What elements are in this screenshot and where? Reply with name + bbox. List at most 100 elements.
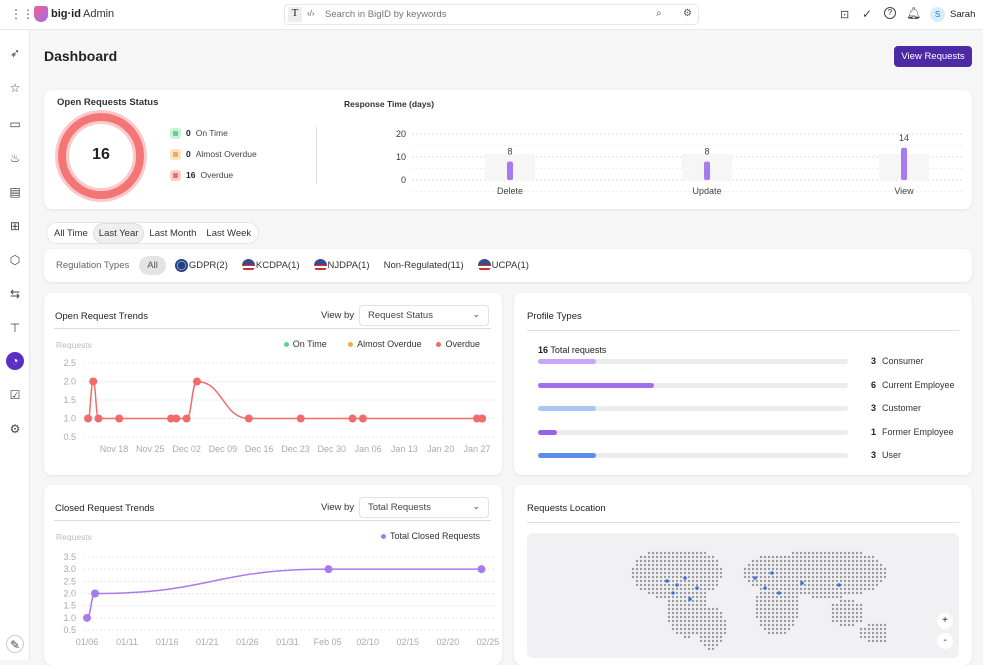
map-land-dot <box>791 607 795 611</box>
search-input[interactable] <box>325 7 645 22</box>
map-land-dot <box>767 603 771 607</box>
data-point <box>477 565 486 574</box>
map-land-dot <box>883 635 887 639</box>
hierarchy-icon[interactable]: ⊤ <box>6 319 24 337</box>
code-icon[interactable]: ‹/› <box>307 9 315 18</box>
apps-grid-icon[interactable]: ⋮⋮ <box>10 7 34 21</box>
map-land-dot <box>783 603 787 607</box>
data-point <box>91 589 100 598</box>
profile-bar-track <box>538 382 848 388</box>
map-land-dot <box>883 567 887 571</box>
map-land-dot <box>791 595 795 599</box>
profile-label: Consumer <box>882 356 924 366</box>
map-land-dot <box>695 595 699 599</box>
map-land-dot <box>671 619 675 623</box>
privacy-icon[interactable]: ◔ <box>6 352 24 370</box>
map-land-dot <box>651 591 655 595</box>
filter-icon[interactable]: ⚙ <box>683 8 692 19</box>
map-land-dot <box>707 607 711 611</box>
view-requests-button[interactable]: View Requests <box>894 46 972 67</box>
map-land-dot <box>863 575 867 579</box>
checkbox-icon[interactable]: ☑ <box>6 386 24 404</box>
regulation-filter[interactable]: UCPA(1) <box>473 255 534 276</box>
map-land-dot <box>851 579 855 583</box>
image-icon[interactable]: ▭ <box>6 115 24 133</box>
zoom-out-button[interactable]: - <box>937 633 953 649</box>
map-land-dot <box>823 567 827 571</box>
map-land-dot <box>855 583 859 587</box>
map-land-dot <box>815 591 819 595</box>
map-land-dot <box>851 619 855 623</box>
map-land-dot <box>759 595 763 599</box>
time-filter-last-year[interactable]: Last Year <box>92 222 145 244</box>
map-land-dot <box>763 603 767 607</box>
x-category-label: Delete <box>497 186 523 196</box>
world-map[interactable]: + - <box>527 533 959 658</box>
star-icon[interactable]: ☆ <box>6 79 24 97</box>
regulation-filter[interactable]: NJDPA(1) <box>309 255 375 276</box>
open-trends-chart: 2.5 2.0 1.5 1.0 0.5 Nov 18 Nov 25 Dec 02 Dec 09 D… <box>63 358 494 454</box>
map-land-dot <box>655 567 659 571</box>
fire-icon[interactable]: ♨ <box>6 149 24 167</box>
robot-icon[interactable]: ⊡ <box>840 8 849 21</box>
map-land-dot <box>847 587 851 591</box>
time-filter-last-week[interactable]: Last Week <box>201 224 256 243</box>
map-land-dot <box>859 559 863 563</box>
profile-count: 3 <box>871 403 877 413</box>
map-land-dot <box>783 587 787 591</box>
map-land-dot <box>803 587 807 591</box>
map-land-dot <box>779 559 783 563</box>
map-land-dot <box>835 591 839 595</box>
map-land-dot <box>715 643 719 647</box>
user-name[interactable]: Sarah <box>950 9 975 20</box>
search-icon[interactable]: ⌕ <box>656 8 662 19</box>
settings-icon[interactable]: ⚙ <box>6 420 24 438</box>
regulation-filter[interactable]: KCDPA(1) <box>237 255 305 276</box>
requests-location-card: Requests Location + - <box>514 485 972 665</box>
bell-icon[interactable]: 🔔︎ <box>906 6 921 20</box>
map-land-dot <box>659 567 663 571</box>
rocket-icon[interactable]: ➶ <box>6 44 24 62</box>
help-icon[interactable]: ? <box>884 7 896 19</box>
avatar[interactable]: S <box>930 7 945 22</box>
map-land-dot <box>863 567 867 571</box>
map-land-dot <box>639 583 643 587</box>
map-land-dot <box>855 619 859 623</box>
time-filter-last-month[interactable]: Last Month <box>144 224 201 243</box>
time-filter-all-time[interactable]: All Time <box>49 224 93 243</box>
map-land-dot <box>775 555 779 559</box>
text-search-icon[interactable]: T <box>288 7 302 22</box>
map-land-dot <box>671 583 675 587</box>
map-land-dot <box>675 587 679 591</box>
map-land-dot <box>643 567 647 571</box>
map-land-dot <box>751 567 755 571</box>
open-trends-view-select[interactable]: Request Status ⌄ <box>359 305 489 326</box>
transfer-icon[interactable]: ⇆ <box>6 285 24 303</box>
edit-icon[interactable]: ✎ <box>6 635 24 653</box>
closed-trends-view-select[interactable]: Total Requests ⌄ <box>359 497 489 518</box>
map-land-dot <box>687 603 691 607</box>
map-land-dot <box>835 607 839 611</box>
map-land-dot <box>639 555 643 559</box>
map-land-dot <box>635 567 639 571</box>
document-search-icon[interactable]: ▤ <box>6 183 24 201</box>
map-land-dot <box>711 643 715 647</box>
cube-icon[interactable]: ⬡ <box>6 251 24 269</box>
map-land-dot <box>835 579 839 583</box>
map-land-dot <box>707 579 711 583</box>
catalog-icon[interactable]: ⊞ <box>6 217 24 235</box>
regulation-filter[interactable]: GDPR(2) <box>170 255 233 276</box>
regulation-filter[interactable]: Non-Regulated(11) <box>379 256 469 275</box>
map-land-dot <box>783 583 787 587</box>
zoom-in-button[interactable]: + <box>937 613 953 629</box>
map-land-dot <box>855 607 859 611</box>
map-land-dot <box>711 627 715 631</box>
map-land-dot <box>771 567 775 571</box>
map-land-dot <box>715 627 719 631</box>
map-land-dot <box>667 591 671 595</box>
map-land-dot <box>719 611 723 615</box>
profile-count: 1 <box>871 426 877 437</box>
check-circle-icon[interactable]: ✓ <box>862 7 872 21</box>
regulation-filter[interactable]: All <box>139 256 166 275</box>
status-label: Overdue <box>200 170 234 180</box>
